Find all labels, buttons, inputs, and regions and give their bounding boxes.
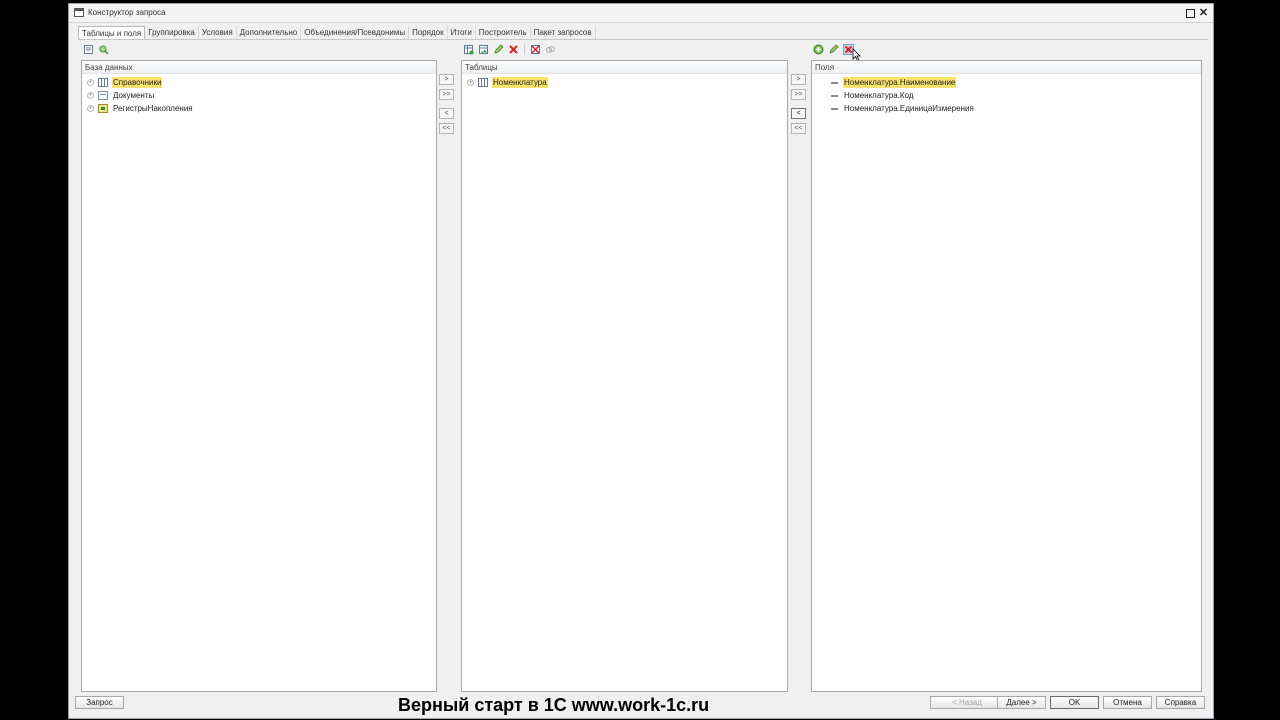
close-icon[interactable]: ✕ [1198,8,1209,19]
cancel-button[interactable]: Отмена [1103,696,1152,709]
replace-table-icon[interactable] [478,44,489,55]
field-item[interactable]: Номенклатура.Наименование [812,76,1201,89]
title-bar[interactable]: Конструктор запроса ✕ [69,4,1213,23]
query-button[interactable]: Запрос [75,696,124,709]
edit-icon[interactable] [828,44,839,55]
back-button[interactable]: < Назад [930,696,1004,709]
field-item[interactable]: Номенклатура.Код [812,89,1201,102]
database-panel: База данных + Справочники + Документы + … [81,60,437,692]
document-icon [98,91,108,100]
register-icon [98,104,108,113]
tab-grouping[interactable]: Группировка [145,26,199,40]
tab-totals[interactable]: Итоги [448,26,476,40]
tree-item-label: Справочники [112,77,163,88]
back-all-button[interactable]: << [439,123,454,134]
tables-header: Таблицы [462,61,787,74]
link-icon[interactable] [545,44,556,55]
field-label: Номенклатура.Наименование [843,77,957,88]
window-icon [74,8,84,17]
tree-item-catalogs[interactable]: + Справочники [82,76,436,89]
expand-icon[interactable]: + [467,79,474,86]
expand-icon[interactable]: + [87,105,94,112]
ok-button[interactable]: OK [1050,696,1099,709]
field-icon [831,108,838,110]
tree-item-label: Документы [113,91,155,100]
move-one-button[interactable]: > [439,74,454,85]
tree-item-accumulation-registers[interactable]: + РегистрыНакопления [82,102,436,115]
tab-conditions[interactable]: Условия [199,26,237,40]
tab-tables-and-fields[interactable]: Таблицы и поля [78,26,146,40]
tab-query-batch[interactable]: Пакет запросов [531,26,596,40]
field-item[interactable]: Номенклатура.ЕдиницаИзмерения [812,102,1201,115]
tables-toolbar [463,44,556,58]
database-header: База данных [82,61,436,74]
table-icon [98,78,108,87]
field-label: Номенклатура.ЕдиницаИзмерения [844,104,974,113]
expand-icon[interactable]: + [87,92,94,99]
maximize-icon[interactable] [1186,9,1195,18]
back-all-button[interactable]: << [791,123,806,134]
back-one-button[interactable]: < [791,108,806,119]
watermark-caption: Верный старт в 1С www.work-1c.ru [398,695,710,715]
delete-icon[interactable] [508,44,519,55]
tab-additional[interactable]: Дополнительно [237,26,302,40]
move-one-button[interactable]: > [791,74,806,85]
tree-item-nomenclature[interactable]: + Номенклатура [462,76,787,89]
fields-header: Поля [812,61,1201,74]
tree-item-label: Номенклатура [492,77,548,88]
field-icon [831,82,838,84]
expand-icon[interactable]: + [87,79,94,86]
find-icon[interactable] [98,44,109,55]
tab-bar: Таблицы и поля Группировка Условия Допол… [78,26,596,40]
tab-divider [78,39,1208,40]
tab-order[interactable]: Порядок [409,26,448,40]
database-toolbar [83,44,109,58]
add-icon[interactable] [813,44,824,55]
toolbar-separator [524,44,525,55]
query-builder-window: Конструктор запроса ✕ Таблицы и поля Гру… [68,3,1214,719]
tree-item-label: РегистрыНакопления [113,104,193,113]
help-button[interactable]: Справка [1156,696,1205,709]
next-button[interactable]: Далее > [997,696,1046,709]
delete-all-icon[interactable] [530,44,541,55]
move-all-button[interactable]: >> [439,89,454,100]
field-label: Номенклатура.Код [844,91,914,100]
fields-panel: Поля Номенклатура.Наименование Номенклат… [811,60,1202,692]
tables-panel: Таблицы + Номенклатура [461,60,788,692]
back-one-button[interactable]: < [439,108,454,119]
list-icon[interactable] [83,44,94,55]
window-title: Конструктор запроса [88,8,166,17]
fields-toolbar [813,44,854,58]
add-table-icon[interactable] [463,44,474,55]
tab-unions-aliases[interactable]: Объединения/Псевдонимы [301,26,410,40]
field-icon [831,95,838,97]
edit-icon[interactable] [493,44,504,55]
move-all-button[interactable]: >> [791,89,806,100]
tree-item-documents[interactable]: + Документы [82,89,436,102]
table-icon [478,78,488,87]
tab-builder[interactable]: Построитель [476,26,531,40]
